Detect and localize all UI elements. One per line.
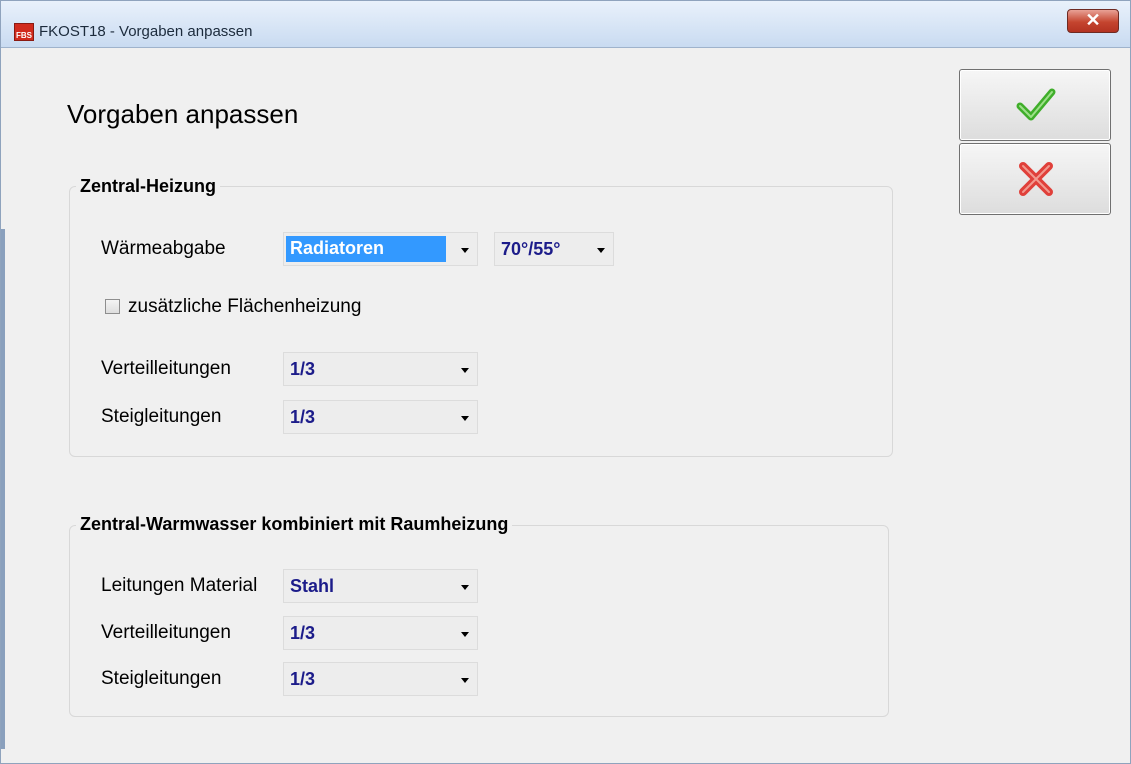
- warmwasser-verteilleitungen-select[interactable]: 1/3: [283, 616, 478, 650]
- checkmark-icon: [1016, 88, 1056, 121]
- close-button[interactable]: ✕: [1067, 9, 1119, 33]
- chevron-down-icon: [461, 368, 469, 373]
- window-edge: [1, 229, 5, 749]
- heizung-verteilleitungen-select[interactable]: 1/3: [283, 352, 478, 386]
- heizung-steigleitungen-value: 1/3: [290, 407, 316, 427]
- temperature-select[interactable]: 70°/55°: [494, 232, 614, 266]
- ok-button[interactable]: [959, 69, 1111, 141]
- chevron-down-icon: [597, 248, 605, 253]
- heizung-verteilleitungen-label: Verteilleitungen: [101, 358, 231, 379]
- leitungen-material-label: Leitungen Material: [101, 575, 258, 596]
- heizung-verteilleitungen-value: 1/3: [290, 359, 316, 379]
- chevron-down-icon: [461, 248, 469, 253]
- waermeabgabe-label: Wärmeabgabe: [101, 238, 226, 259]
- leitungen-material-select[interactable]: Stahl: [283, 569, 478, 603]
- flaechenheizung-checkbox[interactable]: [105, 299, 120, 314]
- temperature-value: 70°/55°: [501, 239, 561, 259]
- chevron-down-icon: [461, 585, 469, 590]
- page-title: Vorgaben anpassen: [67, 99, 299, 129]
- title-bar[interactable]: FBS FKOST18 - Vorgaben anpassen ✕: [1, 1, 1130, 48]
- warmwasser-steigleitungen-select[interactable]: 1/3: [283, 662, 478, 696]
- cross-icon: [1019, 162, 1053, 196]
- window-title: FKOST18 - Vorgaben anpassen: [39, 23, 253, 40]
- warmwasser-verteilleitungen-value: 1/3: [290, 623, 316, 643]
- warmwasser-steigleitungen-value: 1/3: [290, 669, 316, 689]
- cancel-button[interactable]: [959, 143, 1111, 215]
- heizung-steigleitungen-select[interactable]: 1/3: [283, 400, 478, 434]
- warmwasser-steigleitungen-label: Steigleitungen: [101, 668, 222, 689]
- zentral-warmwasser-title: Zentral-Warmwasser kombiniert mit Raumhe…: [76, 514, 513, 535]
- app-logo-text: FBS: [16, 31, 32, 40]
- chevron-down-icon: [461, 416, 469, 421]
- leitungen-material-value: Stahl: [290, 576, 335, 596]
- chevron-down-icon: [461, 632, 469, 637]
- heizung-steigleitungen-label: Steigleitungen: [101, 406, 222, 427]
- warmwasser-verteilleitungen-label: Verteilleitungen: [101, 622, 231, 643]
- chevron-down-icon: [461, 678, 469, 683]
- zentral-heizung-title: Zentral-Heizung: [76, 176, 221, 197]
- waermeabgabe-value: Radiatoren: [286, 236, 446, 262]
- flaechenheizung-label[interactable]: zusätzliche Flächenheizung: [128, 296, 361, 318]
- app-logo-icon: FBS: [14, 23, 34, 41]
- close-icon: ✕: [1085, 10, 1101, 30]
- waermeabgabe-select[interactable]: Radiatoren: [283, 232, 478, 266]
